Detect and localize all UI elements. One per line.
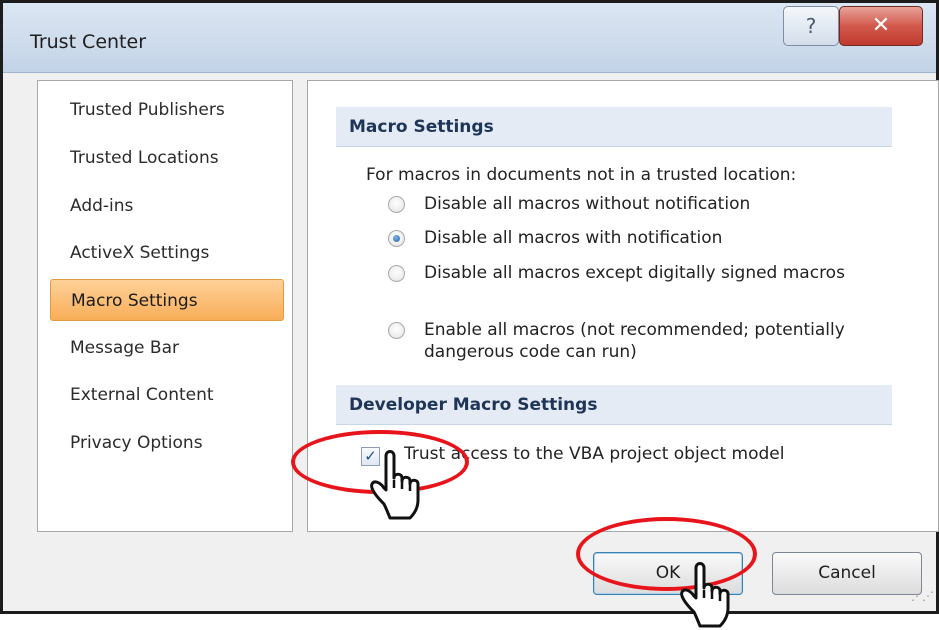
radio-label: Enable all macros (not recommended; pote… <box>424 320 845 362</box>
cancel-button[interactable]: Cancel <box>772 552 922 595</box>
sidebar-item-label: Add-ins <box>70 196 134 216</box>
radio-button[interactable] <box>388 265 405 282</box>
sidebar-item-label: ActiveX Settings <box>70 243 210 263</box>
trust-vba-label[interactable]: Trust access to the VBA project object m… <box>404 444 785 464</box>
resize-grip-icon[interactable]: ⋰⋰ <box>911 589 934 603</box>
sidebar-item-label: External Content <box>70 385 214 405</box>
macro-settings-header: Macro Settings <box>336 107 892 147</box>
sidebar-item-label: Message Bar <box>70 338 179 358</box>
developer-settings-header: Developer Macro Settings <box>336 385 892 425</box>
sidebar-item-external-content[interactable]: External Content <box>50 374 284 416</box>
sidebar-item-add-ins[interactable]: Add-ins <box>50 185 284 227</box>
sidebar-item-activex-settings[interactable]: ActiveX Settings <box>50 232 284 274</box>
radio-label: Disable all macros except digitally sign… <box>424 263 845 283</box>
close-icon: ✕ <box>871 13 891 38</box>
sidebar-item-label: Privacy Options <box>70 433 203 453</box>
sidebar-item-trusted-locations[interactable]: Trusted Locations <box>50 137 284 179</box>
radio-button[interactable] <box>388 196 405 213</box>
radio-label: Disable all macros without notification <box>424 194 751 214</box>
radio-button[interactable] <box>388 322 405 339</box>
radio-label: Disable all macros with notification <box>424 228 723 248</box>
check-icon: ✓ <box>364 447 377 465</box>
help-button[interactable]: ? <box>783 6 839 46</box>
sidebar-item-label: Trusted Publishers <box>70 100 225 120</box>
category-sidebar: Trusted Publishers Trusted Locations Add… <box>37 80 293 532</box>
macro-settings-intro: For macros in documents not in a trusted… <box>366 165 797 185</box>
title-bar: Trust Center ? ✕ <box>3 3 936 73</box>
help-icon: ? <box>805 14 817 38</box>
trust-vba-checkbox[interactable]: ✓ <box>361 447 380 466</box>
settings-panel: Macro Settings For macros in documents n… <box>307 80 939 532</box>
ok-button[interactable]: OK <box>593 552 743 595</box>
sidebar-item-label: Macro Settings <box>71 291 198 311</box>
sidebar-item-macro-settings[interactable]: Macro Settings <box>50 279 284 321</box>
dialog-title: Trust Center <box>30 31 147 53</box>
sidebar-item-privacy-options[interactable]: Privacy Options <box>50 422 284 464</box>
sidebar-item-message-bar[interactable]: Message Bar <box>50 327 284 369</box>
sidebar-item-label: Trusted Locations <box>70 148 219 168</box>
radio-button-selected[interactable] <box>388 230 405 247</box>
close-button[interactable]: ✕ <box>839 6 923 46</box>
trust-center-dialog: Trust Center ? ✕ Trusted Publishers Trus… <box>0 0 939 614</box>
sidebar-item-trusted-publishers[interactable]: Trusted Publishers <box>50 89 284 131</box>
